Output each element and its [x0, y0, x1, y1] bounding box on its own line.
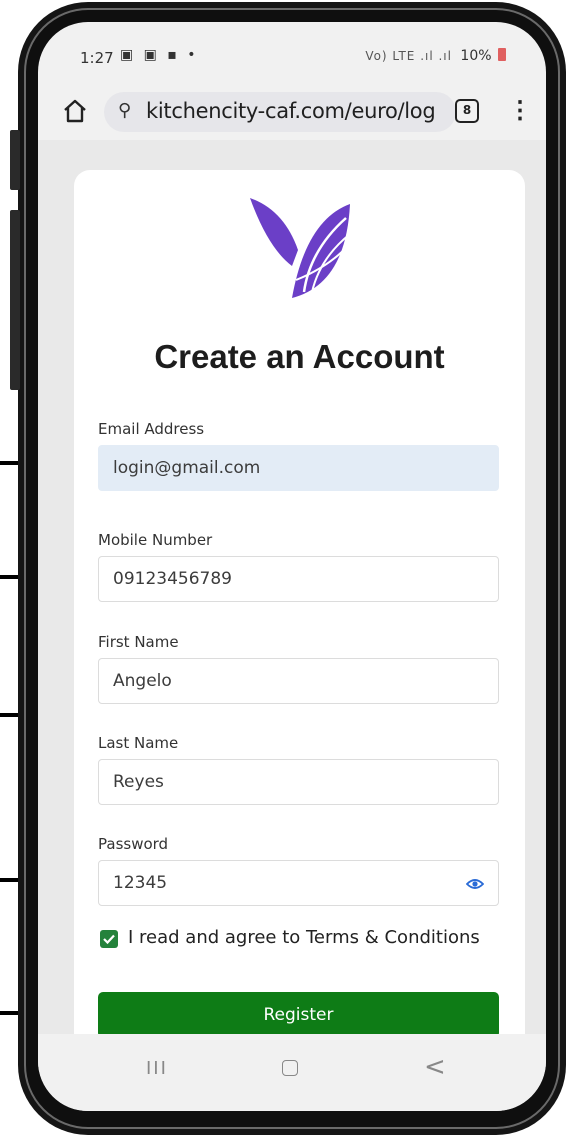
side-button — [10, 210, 20, 390]
signal-icon: Vo) LTE .ıl .ıl — [365, 49, 452, 63]
first-name-label: First Name — [98, 633, 179, 651]
url-text[interactable]: kitchencity-caf.com/euro/log — [146, 99, 436, 123]
show-password-icon[interactable] — [466, 875, 484, 893]
first-name-field[interactable]: Angelo — [98, 658, 499, 704]
mobile-field[interactable]: 09123456789 — [98, 556, 499, 602]
email-field[interactable]: login@gmail.com — [98, 445, 499, 491]
password-field[interactable]: 12345 — [98, 860, 499, 906]
address-bar[interactable]: ⚲ kitchencity-caf.com/euro/log — [104, 92, 456, 132]
page-title: Create an Account — [154, 338, 445, 375]
phone-screen: 1:27 ▣ ▣ ▪ • Vo) LTE .ıl .ıl 10% ⚲ kitch… — [38, 22, 546, 1111]
register-button[interactable]: Register — [98, 992, 499, 1038]
recents-icon[interactable]: III — [146, 1058, 168, 1079]
page-content: Create an Account Email Address login@gm… — [38, 140, 546, 1070]
last-name-label: Last Name — [98, 734, 179, 752]
password-label: Password — [98, 835, 169, 853]
site-settings-icon[interactable]: ⚲ — [118, 100, 131, 121]
home-icon[interactable] — [62, 98, 88, 124]
browser-menu-icon[interactable]: ⋮ — [508, 96, 532, 126]
notification-icons: ▣ ▣ ▪ • — [120, 47, 199, 63]
checkmark-icon — [103, 934, 115, 945]
browser-toolbar: ⚲ kitchencity-caf.com/euro/log 8 ⋮ — [38, 84, 546, 138]
battery-percent: 10% — [460, 48, 492, 64]
volume-button — [10, 130, 20, 190]
last-name-field[interactable]: Reyes — [98, 759, 499, 805]
brand-logo — [250, 198, 351, 298]
password-value: 12345 — [113, 873, 168, 893]
battery-icon — [498, 48, 506, 61]
back-icon[interactable]: < — [424, 1052, 446, 1082]
email-label: Email Address — [98, 420, 205, 438]
status-time: 1:27 — [80, 49, 114, 67]
system-nav-bar: III < — [38, 1034, 546, 1111]
mobile-label: Mobile Number — [98, 531, 213, 549]
terms-checkbox[interactable] — [100, 930, 118, 948]
tab-switcher-button[interactable]: 8 — [455, 99, 479, 123]
status-right-icons: Vo) LTE .ıl .ıl 10% — [365, 48, 506, 64]
registration-card: Create an Account Email Address login@gm… — [74, 170, 525, 1070]
terms-label[interactable]: I read and agree to Terms & Conditions — [128, 927, 480, 948]
status-bar: 1:27 ▣ ▣ ▪ • Vo) LTE .ıl .ıl 10% — [38, 22, 546, 78]
home-nav-icon[interactable] — [282, 1060, 298, 1076]
